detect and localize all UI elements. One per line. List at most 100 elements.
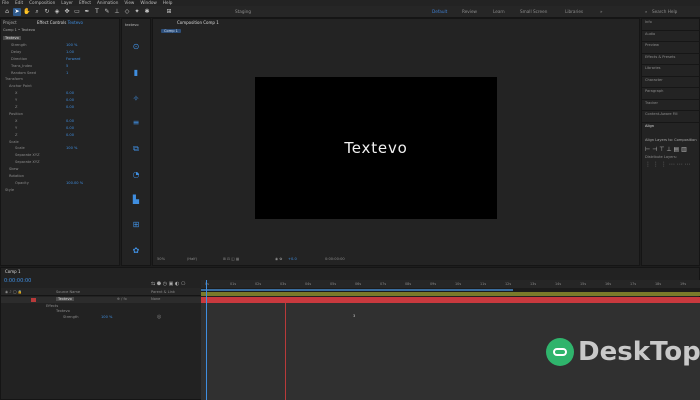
right-panel-item[interactable]: Audio [645, 32, 655, 36]
roto-tool-icon[interactable]: ✦ [133, 8, 141, 16]
camera-snapshot-icon[interactable]: ◉ ✿ [275, 257, 282, 261]
brush-tool-icon[interactable]: ✎ [103, 8, 111, 16]
effect-row[interactable]: Separate XYZ [15, 153, 40, 157]
effect-value[interactable]: 0.00 [66, 91, 74, 95]
effect-row[interactable]: Y 0.00 [15, 126, 74, 130]
parent-header[interactable]: Parent & Link [151, 290, 175, 294]
effect-value[interactable]: 0.00 [66, 133, 74, 137]
sub-textevo[interactable]: Textevo [56, 309, 70, 313]
right-panel-item[interactable]: Character [645, 78, 663, 82]
effect-row[interactable]: Skew [9, 167, 18, 171]
layer-name[interactable]: Textevo [56, 297, 74, 301]
shapes-icon[interactable]: ⧉ [131, 144, 141, 154]
effect-value[interactable]: 100 % [66, 43, 77, 47]
effect-value[interactable]: 100.00 % [66, 181, 83, 185]
effect-row[interactable]: Anchor Point [9, 84, 32, 88]
workspace-review[interactable]: Review [462, 9, 477, 14]
effect-row[interactable]: X 0.00 [15, 119, 74, 123]
effect-row[interactable]: Y 0.00 [15, 98, 74, 102]
effect-row[interactable]: Transform [5, 77, 23, 81]
effect-value[interactable]: 0.00 [66, 105, 74, 109]
effect-row[interactable]: Strength 100 % [11, 43, 77, 47]
effect-value[interactable]: Forward [66, 57, 80, 61]
label-color-swatch[interactable] [31, 298, 36, 302]
effect-value[interactable]: 0.00 [66, 98, 74, 102]
work-area-bar[interactable] [201, 289, 513, 291]
playhead[interactable] [206, 280, 207, 400]
right-panel-item[interactable]: Align [645, 124, 654, 128]
sub-strength[interactable]: Strength [63, 315, 79, 319]
effect-row[interactable]: Random Seed 1 [11, 71, 68, 75]
effect-row[interactable]: Position [9, 112, 23, 116]
list-icon[interactable]: ≡ [131, 118, 141, 128]
effect-row[interactable]: Direction Forward [11, 57, 80, 61]
effect-row[interactable]: Style [5, 188, 14, 192]
effect-row[interactable]: X 0.00 [15, 91, 74, 95]
tab-effect-controls[interactable]: Effect Controls Textevo [37, 20, 83, 25]
parent-select[interactable]: None [151, 297, 160, 301]
effect-row[interactable]: Delay 1.00 [11, 50, 74, 54]
right-panel-item[interactable]: Content-Aware Fill [645, 112, 678, 116]
pan-behind-tool-icon[interactable]: ✥ [63, 8, 71, 16]
right-panel-item[interactable]: Effects & Presets [645, 55, 675, 59]
effect-row[interactable]: Z 0.00 [15, 105, 74, 109]
pen-tool-icon[interactable]: ✒ [83, 8, 91, 16]
tab-composition[interactable]: Composition Comp 1 [177, 20, 219, 25]
staging-label[interactable]: Staging [235, 9, 251, 14]
camera-tool-icon[interactable]: ◈ [53, 8, 61, 16]
effect-row[interactable]: Scale [9, 140, 19, 144]
layer-row[interactable]: Textevo ⊕ ∕ fx None [1, 297, 201, 303]
right-panel-item[interactable]: Libraries [645, 66, 661, 70]
snapping-icon[interactable]: ⊞ [165, 8, 173, 16]
distribute-buttons-icon[interactable]: ⋮ ⋮ ⋮ ⋯ ⋯ ⋯ [645, 161, 691, 168]
tab-project[interactable]: Project [3, 20, 17, 25]
right-panel-item[interactable]: Preview [645, 43, 659, 47]
effect-row[interactable]: Separate XYZ [15, 160, 40, 164]
effect-row[interactable]: Textevo [3, 36, 21, 40]
align-buttons-icon[interactable]: ⊢ ⊣ ⊤ ⊥ ▤ ▥ [645, 146, 687, 153]
clone-tool-icon[interactable]: ⊥ [113, 8, 121, 16]
grid-icon[interactable]: ⊞ [131, 220, 141, 230]
source-name-header[interactable]: Source Name [56, 290, 80, 294]
timeline-timecode[interactable]: 0:00:00:00 [4, 278, 31, 284]
gear-icon[interactable]: ✿ [131, 246, 141, 256]
effect-row[interactable]: Trans_Index 5 [11, 64, 68, 68]
layer-switches-icon[interactable]: ⊕ ∕ fx [117, 297, 127, 301]
animate-icon[interactable]: ✧ [131, 94, 141, 104]
effect-value[interactable]: 1 [66, 71, 68, 75]
strength-value[interactable]: 100 % [101, 315, 112, 319]
effect-value[interactable]: 1.00 [66, 50, 74, 54]
right-panel-item[interactable]: Info [645, 20, 652, 24]
puppet-tool-icon[interactable]: ✱ [143, 8, 151, 16]
type-tool-icon[interactable]: T [93, 8, 101, 16]
settings-circle-icon[interactable]: ⊙ [131, 42, 141, 52]
workspace-small-screen[interactable]: Small Screen [520, 9, 547, 14]
workspace-libraries[interactable]: Libraries [565, 9, 583, 14]
effect-value[interactable]: 0.00 [66, 126, 74, 130]
resolution-select[interactable]: (Half) [187, 257, 197, 261]
effect-value[interactable]: 0.00 [66, 119, 74, 123]
time-ruler[interactable]: 0s01s02s03s04s05s06s07s08s09s10s11s12s13… [201, 280, 700, 288]
workspace-default[interactable]: Default [432, 9, 447, 14]
exposure-value[interactable]: +0.0 [288, 257, 297, 261]
workspace-learn[interactable]: Learn [493, 9, 505, 14]
document-icon[interactable]: ▙ [131, 195, 141, 205]
comp-subtab[interactable]: Comp 1 [161, 29, 181, 33]
workspaces-menu-icon[interactable]: » [600, 9, 603, 14]
selection-tool-icon[interactable]: ➤ [13, 8, 21, 16]
effect-value[interactable]: 100 % [66, 146, 77, 150]
search-help-field[interactable]: Search Help [652, 9, 677, 14]
clipboard-icon[interactable]: ▮ [131, 68, 141, 78]
align-to-value[interactable]: Composition [674, 138, 696, 142]
home-icon[interactable]: ⌂ [3, 8, 11, 16]
keyframe-marker[interactable]: 3 [353, 314, 355, 318]
composition-viewer[interactable]: Textevo [255, 77, 497, 219]
effect-row[interactable]: Rotation [9, 174, 24, 178]
sub-effects[interactable]: Effects [46, 304, 58, 308]
search-icon[interactable]: ⌕ [645, 9, 647, 14]
viewer-controls-icon[interactable]: ⊞ ⊡ ◫ ▦ [223, 257, 239, 261]
expression-pickwhip-icon[interactable]: ◎ [157, 314, 161, 320]
zoom-select[interactable]: 50% [157, 257, 165, 261]
tab-timeline-comp[interactable]: Comp 1 [5, 269, 21, 274]
hand-tool-icon[interactable]: ✋ [23, 8, 31, 16]
